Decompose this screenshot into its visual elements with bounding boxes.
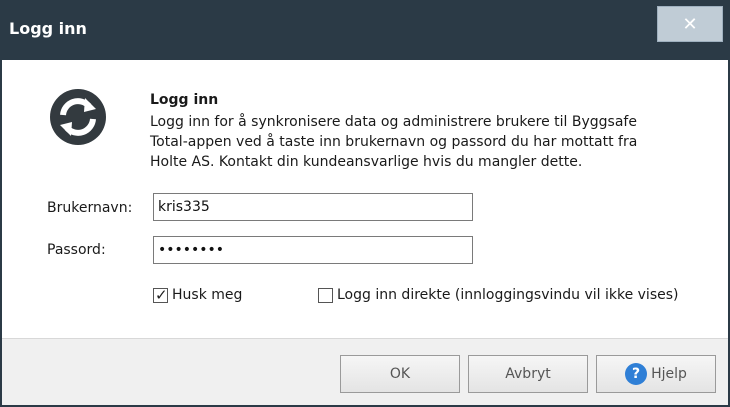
- remember-me-label: Husk meg: [172, 287, 243, 303]
- direct-login-label: Logg inn direkte (innloggingsvindu vil i…: [337, 287, 679, 303]
- intro-line: Holte AS. Kontakt din kundeansvarlige hv…: [150, 154, 583, 170]
- close-button[interactable]: ✕: [657, 6, 723, 42]
- help-label: Hjelp: [651, 366, 687, 382]
- intro-description: Logg inn for å synkronisere data og admi…: [150, 112, 710, 172]
- password-field[interactable]: [153, 236, 473, 264]
- title-bar[interactable]: Logg inn ✕: [0, 0, 730, 60]
- help-button[interactable]: ? Hjelp: [596, 355, 716, 393]
- help-icon: ?: [625, 363, 648, 385]
- ok-button[interactable]: OK: [340, 355, 460, 393]
- cancel-button[interactable]: Avbryt: [468, 355, 588, 393]
- intro-line: Total-appen ved å taste inn brukernavn o…: [150, 134, 638, 150]
- intro-line: Logg inn for å synkronisere data og admi…: [150, 114, 637, 130]
- close-icon: ✕: [682, 13, 698, 35]
- button-bar: OK Avbryt ? Hjelp: [2, 339, 728, 405]
- username-field[interactable]: [153, 193, 473, 221]
- password-label: Passord:: [47, 242, 106, 258]
- remember-me-checkbox[interactable]: ✓ Husk meg: [153, 285, 243, 304]
- window-title: Logg inn: [9, 19, 87, 38]
- username-label: Brukernavn:: [47, 200, 133, 216]
- login-dialog: Logg inn ✕ Logg inn Logg inn for å synkr…: [0, 0, 730, 407]
- sync-icon: [50, 89, 106, 145]
- dialog-body: Logg inn Logg inn for å synkronisere dat…: [2, 60, 728, 405]
- direct-login-box[interactable]: [318, 287, 333, 303]
- direct-login-checkbox[interactable]: Logg inn direkte (innloggingsvindu vil i…: [318, 287, 678, 303]
- checkmark-icon: ✓: [155, 285, 168, 304]
- remember-me-box[interactable]: ✓: [153, 285, 168, 304]
- intro-heading: Logg inn: [150, 92, 219, 108]
